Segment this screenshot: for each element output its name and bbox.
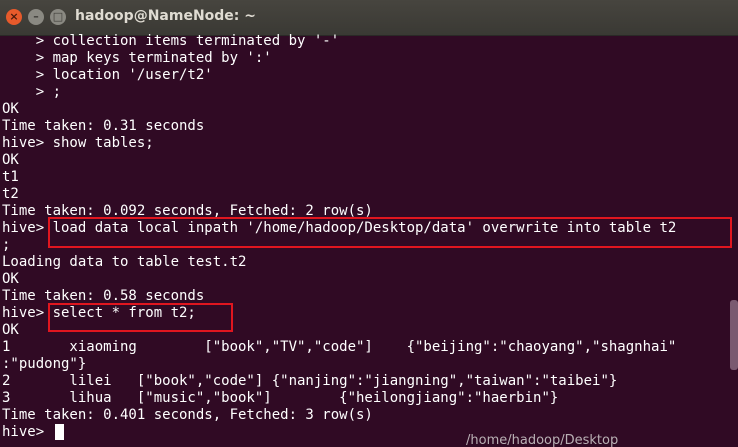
terminal-line: ;	[2, 237, 11, 253]
terminal-line: hive>	[2, 424, 53, 440]
title-bar: × – □ hadoop@NameNode: ~	[0, 0, 738, 36]
terminal-line: Time taken: 0.31 seconds	[2, 118, 205, 134]
terminal-line: > location '/user/t2'	[2, 67, 213, 83]
terminal-line: Loading data to table test.t2	[2, 254, 247, 270]
terminal-line: Time taken: 0.401 seconds, Fetched: 3 ro…	[2, 407, 373, 423]
terminal-line: 2 lilei ["book","code"] {"nanjing":"jian…	[2, 373, 618, 389]
terminal-line: OK	[2, 101, 19, 117]
terminal-line: :"pudong"}	[2, 356, 87, 372]
terminal-line: OK	[2, 322, 19, 338]
terminal-line: > collection items terminated by '-'	[2, 33, 340, 49]
terminal-line: 1 xiaoming ["book","TV","code"] {"beijin…	[2, 339, 677, 355]
terminal-line: t1	[2, 169, 19, 185]
load-command-highlight	[48, 217, 732, 248]
minimize-window-button[interactable]: –	[28, 9, 44, 25]
terminal-scrollbar[interactable]	[730, 300, 738, 370]
terminal-line: OK	[2, 271, 19, 287]
terminal-cursor	[55, 424, 64, 440]
terminal-line: t2	[2, 186, 19, 202]
terminal-line: hive> show tables;	[2, 135, 154, 151]
maximize-window-button[interactable]: □	[50, 9, 66, 25]
terminal-line: > map keys terminated by ':'	[2, 50, 272, 66]
terminal-line: OK	[2, 152, 19, 168]
window-title: hadoop@NameNode: ~	[75, 8, 256, 24]
close-window-button[interactable]: ×	[6, 9, 22, 25]
terminal-line: > ;	[2, 84, 62, 100]
terminal-line: 3 lihua ["music","book"] {"heilongjiang"…	[2, 390, 559, 406]
select-command-highlight	[48, 303, 233, 332]
